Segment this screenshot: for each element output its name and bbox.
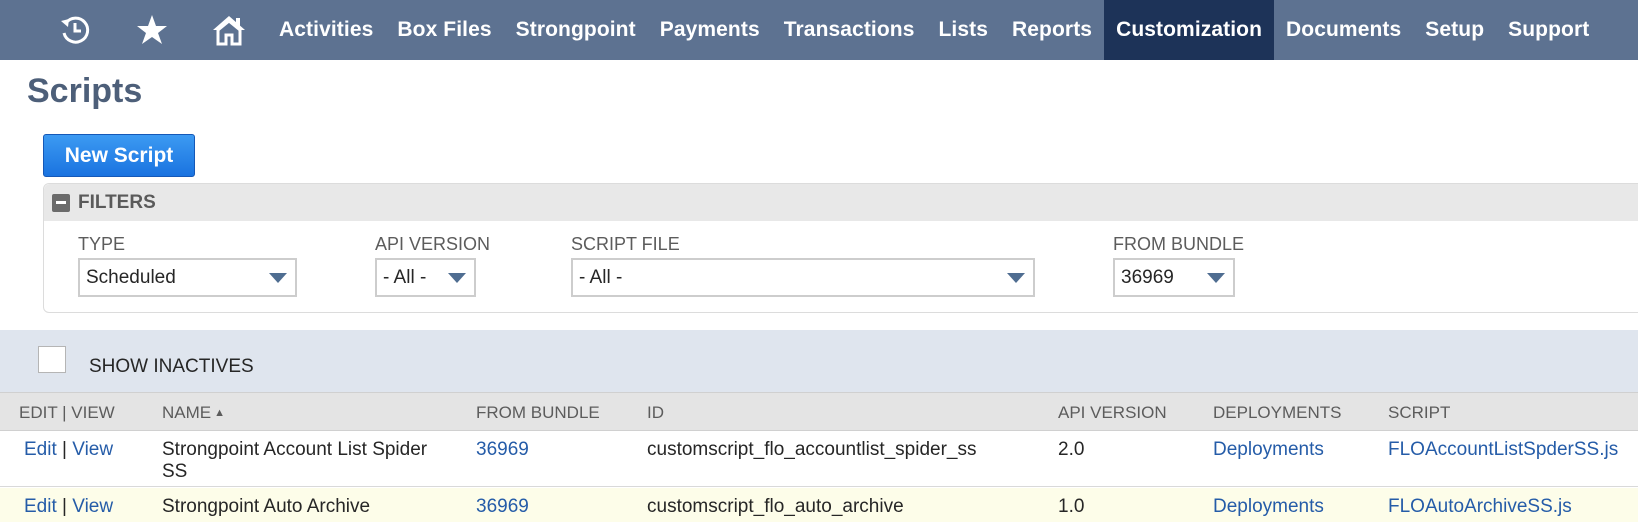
table-row: Edit | View Strongpoint Account List Spi… [0,431,1638,487]
api-version-filter-label: API VERSION [375,234,491,254]
show-inactives-label: SHOW INACTIVES [89,356,254,377]
api-version-select[interactable]: - All - [375,258,476,297]
separator: | [62,439,67,460]
column-header-name[interactable]: NAME ▲ [162,403,225,423]
chevron-down-icon [448,272,466,283]
new-script-button[interactable]: New Script [43,134,195,177]
chevron-down-icon [269,272,287,283]
deployments-link[interactable]: Deployments [1213,439,1324,461]
nav-activities[interactable]: Activities [267,0,385,60]
api-version: 2.0 [1058,439,1085,460]
api-version-filter: API VERSION - All - [375,234,491,297]
from-bundle-filter: FROM BUNDLE 36969 [1113,234,1245,297]
nav-strongpoint[interactable]: Strongpoint [504,0,648,60]
home-icon[interactable] [190,0,267,60]
top-navigation: Activities Box Files Strongpoint Payment… [0,0,1638,60]
edit-link[interactable]: Edit [24,496,57,517]
type-select-value: Scheduled [86,266,176,288]
name-cell: Strongpoint Account List Spider SS [162,439,452,483]
table-row: Edit | View Strongpoint Auto Archive 369… [0,488,1638,522]
sort-ascending-icon: ▲ [214,407,226,419]
view-link[interactable]: View [72,496,113,517]
nav-payments[interactable]: Payments [648,0,772,60]
script-file-select[interactable]: - All - [571,258,1035,297]
column-header-edit-view: EDIT | VIEW [19,403,115,422]
name-line: SS [162,461,188,482]
type-filter: TYPE Scheduled [78,234,297,297]
api-version: 1.0 [1058,496,1085,517]
view-link[interactable]: View [72,439,113,460]
chevron-down-icon [1007,272,1025,283]
column-header-script[interactable]: SCRIPT [1388,403,1450,423]
name-cell: Strongpoint Auto Archive [162,496,371,517]
collapse-icon[interactable] [52,193,70,212]
edit-view-cell: Edit | View [24,496,113,518]
type-select[interactable]: Scheduled [78,258,297,297]
show-inactives-checkbox[interactable] [38,346,66,373]
bundle-link[interactable]: 36969 [476,439,529,461]
nav-customization[interactable]: Customization [1104,0,1275,60]
from-bundle-filter-label: FROM BUNDLE [1113,234,1245,254]
nav-support[interactable]: Support [1496,0,1601,60]
deployments-link[interactable]: Deployments [1213,496,1324,518]
column-header-name-label: NAME [162,403,212,422]
nav-reports[interactable]: Reports [1000,0,1104,60]
script-id: customscript_flo_accountlist_spider_ss [647,439,977,460]
filters-panel: FILTERS TYPE Scheduled API VERSION - All… [43,183,1638,313]
bundle-link[interactable]: 36969 [476,496,529,518]
script-file-filter-label: SCRIPT FILE [571,234,680,254]
column-header-api-version[interactable]: API VERSION [1058,403,1167,423]
show-inactives-bar: SHOW INACTIVES [0,330,1638,392]
page-title: Scripts [27,72,143,110]
type-filter-label: TYPE [78,234,126,254]
nav-box-files[interactable]: Box Files [385,0,503,60]
script-file-select-value: - All - [579,266,623,288]
filters-header: FILTERS [44,184,1638,221]
script-file-filter: SCRIPT FILE - All - [571,234,1035,297]
separator: | [62,496,67,517]
script-id: customscript_flo_auto_archive [647,496,904,517]
recent-icon[interactable] [36,0,113,60]
edit-link[interactable]: Edit [24,439,57,460]
edit-view-cell: Edit | View [24,439,113,461]
chevron-down-icon [1207,272,1225,283]
star-icon[interactable] [113,0,190,60]
script-file-link[interactable]: FLOAccountListSpderSS.js [1388,439,1618,461]
table-header: EDIT | VIEW NAME ▲ FROM BUNDLE ID API VER… [0,392,1638,431]
script-file-link[interactable]: FLOAutoArchiveSS.js [1388,496,1572,518]
column-header-deployments[interactable]: DEPLOYMENTS [1213,403,1341,423]
filters-title: FILTERS [78,191,156,213]
nav-transactions[interactable]: Transactions [772,0,927,60]
nav-setup[interactable]: Setup [1413,0,1496,60]
from-bundle-select[interactable]: 36969 [1113,258,1235,297]
name-line: Strongpoint Account List Spider [162,439,428,460]
from-bundle-select-value: 36969 [1121,266,1174,288]
api-version-select-value: - All - [383,266,427,288]
column-header-id[interactable]: ID [647,403,664,423]
nav-lists[interactable]: Lists [927,0,1001,60]
nav-documents[interactable]: Documents [1274,0,1413,60]
column-header-from-bundle[interactable]: FROM BUNDLE [476,403,600,423]
